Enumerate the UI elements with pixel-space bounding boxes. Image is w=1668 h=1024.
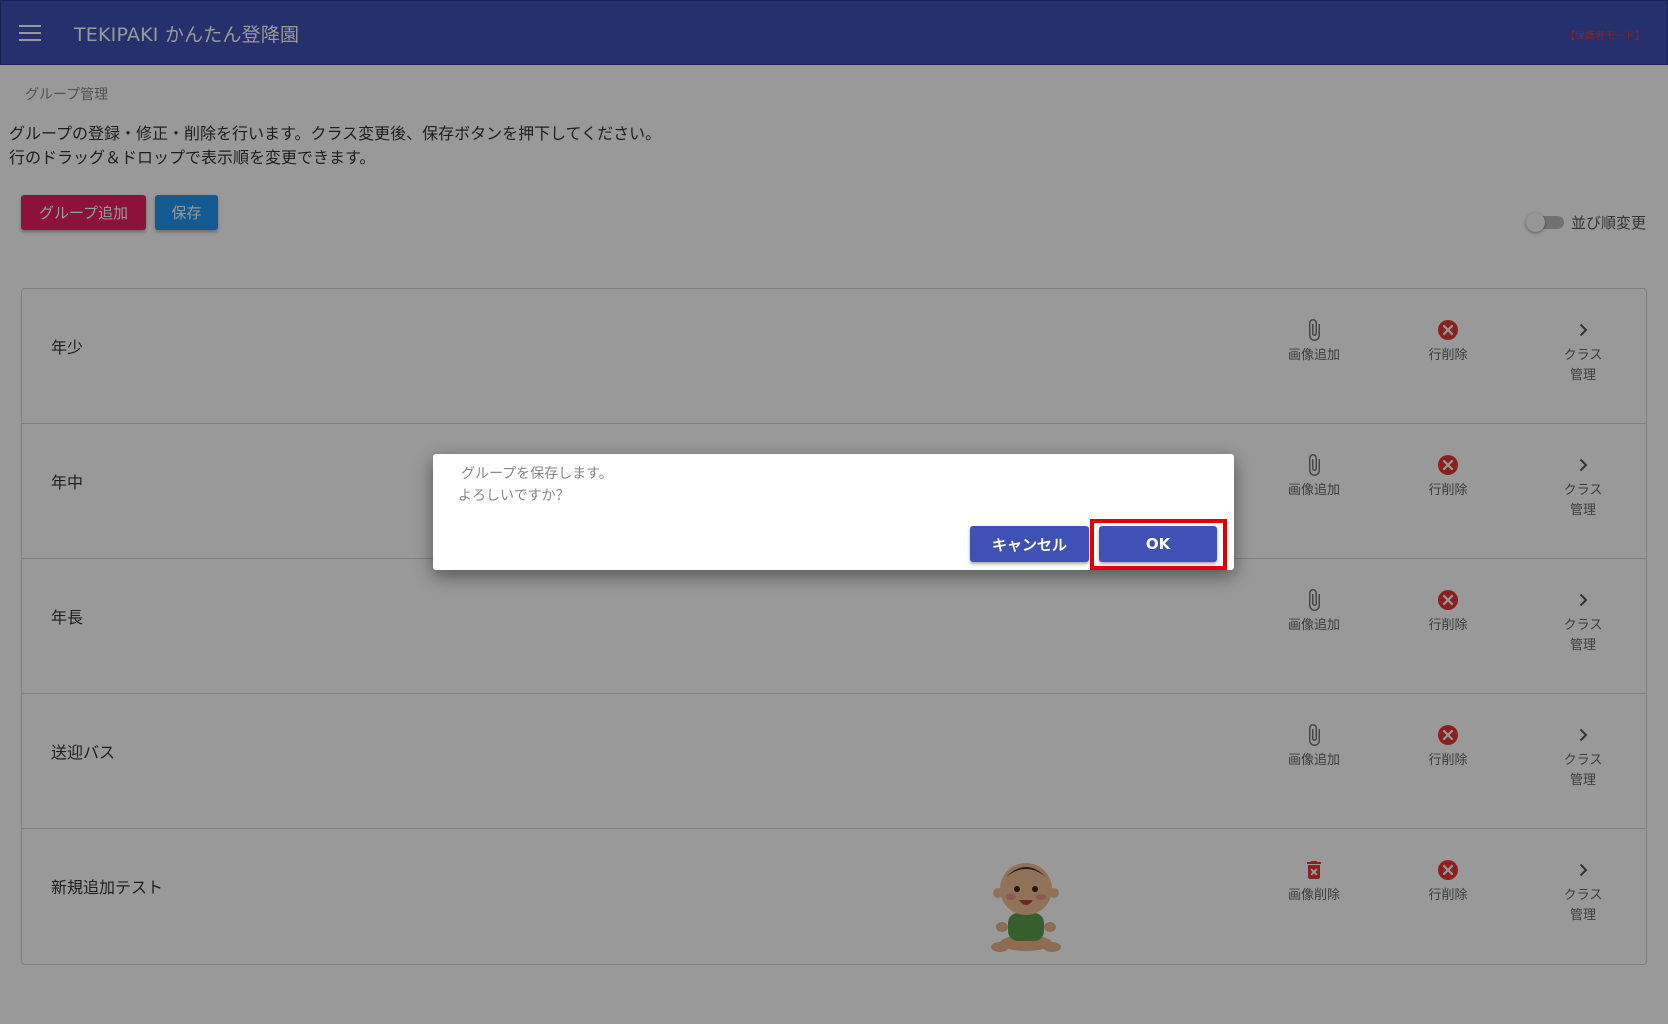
ok-button-highlight	[1090, 519, 1227, 570]
dialog-message-line-2: よろしいですか？	[458, 488, 570, 504]
dialog-message-line-1: グループを保存します。	[461, 466, 613, 482]
cancel-button[interactable]: キャンセル	[970, 526, 1089, 562]
